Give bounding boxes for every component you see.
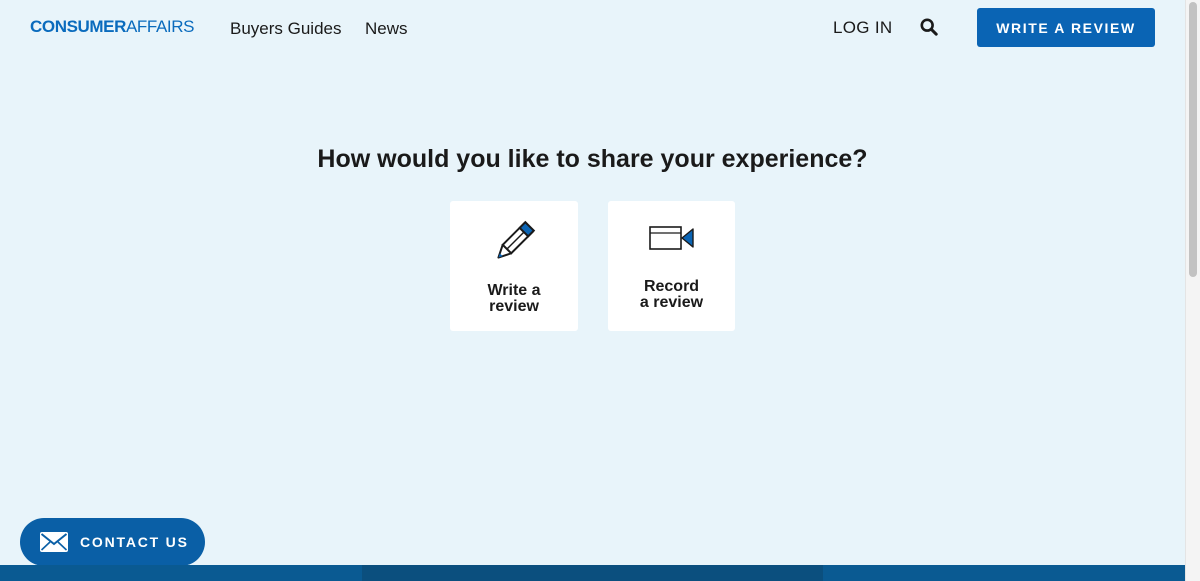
write-a-review-button[interactable]: WRITE A REVIEW	[977, 8, 1155, 47]
nav-link-news[interactable]: News	[365, 19, 408, 39]
vertical-scrollbar[interactable]	[1185, 0, 1200, 581]
consumer-affairs-logo[interactable]: CONSUMERAFFAIRS	[30, 17, 194, 37]
video-camera-icon	[648, 226, 694, 250]
contact-us-label: CONTACT US	[80, 534, 189, 550]
logo-part-affairs: AFFAIRS	[125, 17, 195, 36]
login-link[interactable]: LOG IN	[833, 18, 892, 38]
page-heading: How would you like to share your experie…	[317, 145, 868, 173]
write-review-option-label: Write a review	[487, 282, 541, 315]
write-review-option[interactable]: Write a review	[450, 201, 578, 331]
scrollbar-thumb[interactable]	[1189, 2, 1197, 277]
footer-strip	[0, 565, 1185, 581]
footer-segment	[823, 565, 1185, 581]
record-review-option[interactable]: Record a review	[608, 201, 735, 331]
nav-link-buyers-guides[interactable]: Buyers Guides	[230, 19, 342, 39]
contact-us-button[interactable]: CONTACT US	[20, 518, 205, 566]
footer-segment	[362, 565, 823, 581]
page: CONSUMERAFFAIRS Buyers Guides News LOG I…	[0, 0, 1200, 581]
footer-segment	[0, 565, 362, 581]
record-review-option-label: Record a review	[639, 278, 704, 311]
search-icon[interactable]	[920, 18, 938, 36]
logo-part-consumer: CONSUMER	[30, 17, 126, 36]
pencil-icon	[497, 220, 536, 259]
mail-icon	[40, 532, 68, 552]
